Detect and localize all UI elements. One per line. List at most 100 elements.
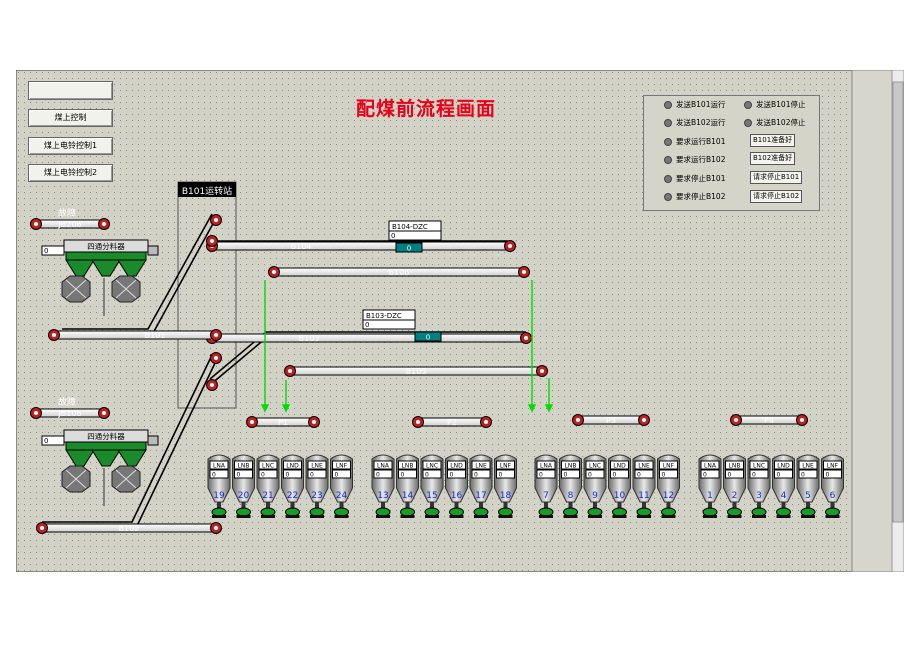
tag-value: 0 <box>391 232 395 240</box>
conveyor-p1[interactable]: P1 <box>246 416 320 428</box>
bunker-number: 13 <box>377 491 388 501</box>
bunker-number: 4 <box>781 491 787 501</box>
bunker-number: 10 <box>614 491 626 501</box>
conveyor-p3[interactable]: P3 <box>572 414 650 426</box>
status-led <box>664 175 672 183</box>
bunker-level: 0 <box>777 472 781 479</box>
feeder-icon <box>211 507 227 517</box>
bunker-level: 0 <box>662 472 666 479</box>
bunker-level: 0 <box>425 472 429 479</box>
bell-control-1-button[interactable]: 煤上电铃控制1 <box>28 137 113 155</box>
roller-hub-icon <box>210 383 214 387</box>
status-label: 要求运行B101 <box>676 137 726 146</box>
feeder-icon <box>825 507 840 517</box>
hmi-screen: B101运转站 B104 B106 B103 B105 B101 B102 P1 P2 P3 P4… <box>16 70 904 572</box>
conveyor-p2[interactable]: P2 <box>412 416 492 428</box>
coal-control-button[interactable]: 煤上控制 <box>28 109 113 127</box>
feeder-icon <box>334 507 349 517</box>
conveyor-label: B101 <box>145 331 166 340</box>
conveyor-b104[interactable]: B104 <box>206 240 516 252</box>
roller-hub-icon <box>576 418 580 422</box>
conveyor-b101[interactable]: B101 <box>48 329 222 341</box>
request-stop-b101-button[interactable]: 请求停止B101 <box>750 171 803 184</box>
bunker-tag: LNA <box>213 463 226 470</box>
scrollbar-thumb[interactable] <box>892 81 904 523</box>
conveyor-p4[interactable]: P4 <box>730 414 808 426</box>
bunker-number: 14 <box>402 491 414 501</box>
feeder-icon <box>776 507 791 517</box>
bunker-tag: LNE <box>311 463 323 470</box>
feeder-label: 四通分料器 <box>87 431 125 441</box>
bell-control-2-button[interactable]: 煤上电铃控制2 <box>28 164 113 182</box>
roller-hub-icon <box>272 270 276 274</box>
status-label: 发送B101停止 <box>756 100 806 109</box>
bunker-tag: LNA <box>377 463 390 470</box>
bunker-number: 18 <box>500 491 512 501</box>
feeder-icon <box>449 507 464 517</box>
bunker-tag: LNB <box>729 463 741 470</box>
conveyor-b106[interactable]: B106 <box>268 266 530 278</box>
status-led <box>664 101 672 109</box>
conveyor-top-1[interactable]: JB206 <box>30 218 110 230</box>
feeder-icon <box>375 507 391 517</box>
status-label: 要求停止B102 <box>676 192 726 201</box>
bunker-tag: LNC <box>426 463 438 470</box>
conveyor-label: P4 <box>764 416 774 425</box>
feeder-icon <box>473 507 489 517</box>
conveyor-b105[interactable]: B105 <box>284 365 548 377</box>
conveyor-label: P3 <box>606 416 616 425</box>
roller-hub-icon <box>416 420 420 424</box>
bunker-number: 12 <box>663 491 674 501</box>
bunker-level: 0 <box>588 472 592 479</box>
conveyor-b102[interactable]: B102 <box>36 522 222 534</box>
feeder-icon <box>636 507 652 517</box>
conveyor-label: P1 <box>278 418 288 427</box>
status-label: 发送B102停止 <box>756 118 806 127</box>
bunker-number: 1 <box>707 491 713 501</box>
bunker-tag: LNE <box>802 463 814 470</box>
bunker-tag: LNC <box>262 463 274 470</box>
bunker-level: 0 <box>637 472 641 479</box>
blank-button[interactable] <box>28 81 113 100</box>
bunker-level: 0 <box>286 472 290 479</box>
conveyor-top-2[interactable]: JB106 <box>30 407 110 419</box>
bunker-tag: LNB <box>402 463 414 470</box>
bunker-tag: LNF <box>336 463 348 470</box>
b101-ready-button[interactable]: B101准备好 <box>750 134 796 147</box>
bunker-level: 0 <box>539 472 543 479</box>
bunker-level: 0 <box>474 472 478 479</box>
svg-text:0: 0 <box>44 437 48 445</box>
conveyor-b103[interactable]: B103 <box>206 332 532 344</box>
feeder-icon <box>661 507 676 517</box>
bunker-level: 0 <box>499 472 503 479</box>
bunker-tag: LNE <box>638 463 650 470</box>
fault-label: 故障 <box>58 207 76 219</box>
roller-hub-icon <box>250 420 254 424</box>
roller-hub-icon <box>522 270 526 274</box>
bunker-number: 15 <box>426 491 437 501</box>
roller-hub-icon <box>484 420 488 424</box>
roller-hub-icon <box>214 526 218 530</box>
feeder-icon <box>309 507 325 517</box>
bunker-number: 8 <box>568 491 574 501</box>
status-panel: 发送B101运行 发送B102运行 要求运行B101 要求运行B102 要求停止… <box>643 95 820 211</box>
bunker-level: 0 <box>212 472 216 479</box>
bunker-number: 19 <box>213 491 225 501</box>
bunker-number: 3 <box>756 491 762 501</box>
roller-hub-icon <box>52 333 56 337</box>
bunker-tag: LND <box>613 463 626 470</box>
b102-ready-button[interactable]: B102准备好 <box>750 152 796 165</box>
feeder-icon <box>400 507 415 517</box>
tag-name: B104-DZC <box>392 223 428 231</box>
bunker-level: 0 <box>376 472 380 479</box>
feeder-icon <box>236 507 251 517</box>
conveyor-label: JB106 <box>57 409 81 418</box>
request-stop-b102-button[interactable]: 请求停止B102 <box>750 190 803 203</box>
roller-hub-icon <box>34 222 38 226</box>
flow-value: 0 <box>407 245 411 253</box>
conveyor-label: P2 <box>447 418 457 427</box>
bunker-tag: LNA <box>704 463 717 470</box>
bunker-level: 0 <box>310 472 314 479</box>
bunker-tag: LNF <box>500 463 512 470</box>
bunker-number: 20 <box>238 491 250 501</box>
